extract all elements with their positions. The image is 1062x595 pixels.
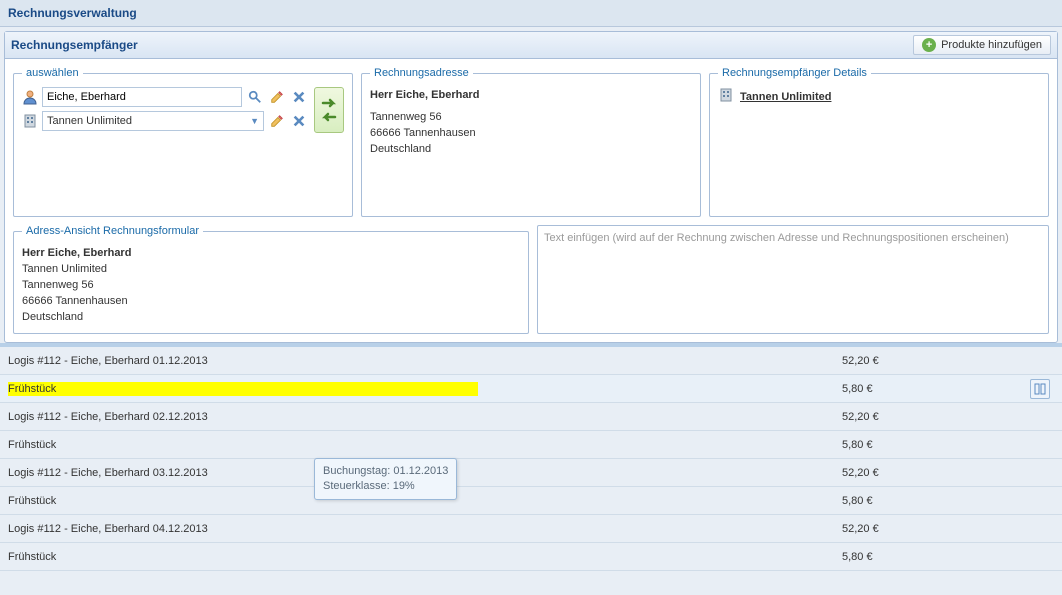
line-item-label: Logis #112 - Eiche, Eberhard 01.12.2013 [0,355,842,367]
company-combo-value: Tannen Unlimited [47,115,132,127]
line-item-label: Frühstück [0,551,842,563]
line-item-row[interactable]: Logis #112 - Eiche, Eberhard 03.12.20135… [0,459,1062,487]
tooltip: Buchungstag: 01.12.2013 Steuerklasse: 19… [314,458,457,500]
billing-street: Tannenweg 56 [370,109,692,125]
split-icon[interactable] [1030,379,1050,399]
form-name: Herr Eiche, Eberhard [22,245,520,261]
building-icon [22,113,38,129]
recipient-detail-link[interactable]: Tannen Unlimited [740,91,831,103]
delete-person-icon[interactable] [290,88,308,106]
line-item-label: Logis #112 - Eiche, Eberhard 04.12.2013 [0,523,842,535]
form-street: Tannenweg 56 [22,277,520,293]
recipient-panel: Rechnungsempfänger + Produkte hinzufügen… [4,31,1058,343]
swap-button[interactable] [314,87,344,133]
chevron-down-icon: ▼ [250,116,259,126]
person-row [22,87,308,107]
line-item-row[interactable]: Logis #112 - Eiche, Eberhard 01.12.20135… [0,347,1062,375]
select-legend: auswählen [22,67,83,79]
billing-city: 66666 Tannenhausen [370,125,692,141]
select-fieldset: auswählen [13,67,353,217]
form-city: 66666 Tannenhausen [22,293,520,309]
billing-country: Deutschland [370,141,692,157]
add-products-label: Produkte hinzufügen [941,39,1042,51]
tooltip-line1: Buchungstag: 01.12.2013 [323,464,448,479]
recipient-details-fieldset: Rechnungsempfänger Details Tannen Unlimi… [709,67,1049,217]
form-address-fieldset: Adress-Ansicht Rechnungsformular Herr Ei… [13,225,529,334]
line-item-row[interactable]: Frühstück5,80 € [0,375,1062,403]
edit-person-icon[interactable] [268,88,286,106]
form-country: Deutschland [22,309,520,325]
line-item-price: 52,20 € [842,467,1062,479]
search-icon[interactable] [246,88,264,106]
line-item-row[interactable]: Logis #112 - Eiche, Eberhard 02.12.20135… [0,403,1062,431]
person-input[interactable] [42,87,242,107]
line-item-price: 5,80 € [842,383,1062,395]
line-item-row[interactable]: Logis #112 - Eiche, Eberhard 04.12.20135… [0,515,1062,543]
line-item-price: 5,80 € [842,439,1062,451]
panel-header-title: Rechnungsempfänger [11,38,138,52]
company-row: Tannen Unlimited ▼ [22,111,308,131]
line-items-grid: Logis #112 - Eiche, Eberhard 01.12.20135… [0,343,1062,571]
top-row: auswählen [5,59,1057,225]
panel-header: Rechnungsempfänger + Produkte hinzufügen [5,32,1057,59]
line-item-row[interactable]: Frühstück5,80 € [0,431,1062,459]
billing-name: Herr Eiche, Eberhard [370,87,692,103]
form-address-legend: Adress-Ansicht Rechnungsformular [22,225,203,237]
page-title: Rechnungsverwaltung [0,0,1062,27]
line-item-label: Frühstück [0,439,842,451]
person-icon [22,89,38,105]
plus-icon: + [922,38,936,52]
line-item-row[interactable]: Frühstück5,80 € [0,543,1062,571]
company-combo[interactable]: Tannen Unlimited ▼ [42,111,264,131]
line-item-price: 52,20 € [842,523,1062,535]
line-item-price: 5,80 € [842,551,1062,563]
line-item-label: Frühstück [0,382,842,396]
delete-company-icon[interactable] [290,112,308,130]
line-item-row[interactable]: Frühstück5,80 € [0,487,1062,515]
add-products-button[interactable]: + Produkte hinzufügen [913,35,1051,55]
memo-textarea[interactable]: Text einfügen (wird auf der Rechnung zwi… [537,225,1049,334]
recipient-details-legend: Rechnungsempfänger Details [718,67,871,79]
second-row: Adress-Ansicht Rechnungsformular Herr Ei… [5,225,1057,342]
line-item-price: 52,20 € [842,355,1062,367]
billing-address-legend: Rechnungsadresse [370,67,473,79]
tooltip-line2: Steuerklasse: 19% [323,479,448,494]
line-item-label: Logis #112 - Eiche, Eberhard 02.12.2013 [0,411,842,423]
form-company: Tannen Unlimited [22,261,520,277]
edit-company-icon[interactable] [268,112,286,130]
building-icon [718,87,734,106]
line-item-price: 5,80 € [842,495,1062,507]
line-item-price: 52,20 € [842,411,1062,423]
billing-address-fieldset: Rechnungsadresse Herr Eiche, Eberhard Ta… [361,67,701,217]
